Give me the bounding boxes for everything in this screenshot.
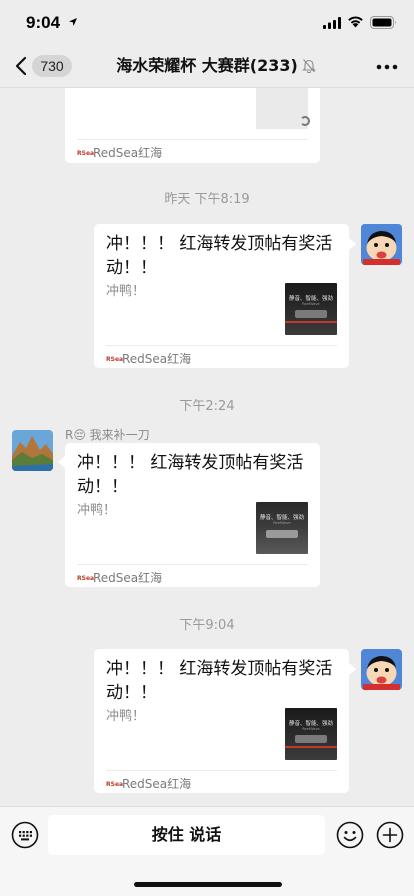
card-title: 冲！！！ 红海转发顶帖有奖活动！！ <box>77 453 304 497</box>
more-dots-icon[interactable] <box>376 64 398 70</box>
card-title: 冲！！！ 红海转发顶帖有奖活动！！ <box>106 234 333 278</box>
card-divider <box>77 564 308 565</box>
hold-to-talk-button[interactable]: 按住 说话 <box>48 815 325 855</box>
timestamp: 昨天 下午8:19 <box>164 192 250 207</box>
back-chevron-icon[interactable] <box>14 56 28 76</box>
redsea-logo-icon: RSea <box>106 356 124 363</box>
card-source: RSeaRedSea红海 <box>106 352 192 366</box>
redsea-logo-icon: RSea <box>77 575 95 582</box>
bubble-tail <box>349 663 356 675</box>
bubble-tail <box>58 456 65 468</box>
card-thumbnail-partial <box>256 88 310 129</box>
cellular-signal-icon <box>323 17 341 29</box>
home-indicator[interactable] <box>134 882 282 887</box>
card-source: RSeaRedSea红海 <box>106 777 192 791</box>
avatar-sender[interactable] <box>12 430 53 471</box>
card-divider <box>106 345 337 346</box>
card-source: RSeaRedSea红海 <box>77 571 163 585</box>
mute-bell-icon <box>302 59 316 73</box>
cartoon-avatar-icon <box>361 224 402 265</box>
avatar-self[interactable] <box>361 649 402 690</box>
voice-keyboard-icon[interactable] <box>11 821 39 849</box>
sender-nickname: R😔 我来补一刀 <box>65 428 150 442</box>
card-thumbnail: 静音、智能、强劲 ReefWave <box>285 708 337 760</box>
wifi-icon <box>348 16 363 28</box>
card-divider <box>106 770 337 771</box>
card-description: 冲鸭！ <box>77 503 117 518</box>
timestamp: 下午9:04 <box>179 618 235 633</box>
bubble-tail <box>349 238 356 250</box>
link-card-sent[interactable]: 冲！！！ 红海转发顶帖有奖活动！！ 冲鸭！ 静音、智能、强劲 ReefWave … <box>94 224 349 368</box>
card-thumbnail: 静音、智能、强劲 ReefWave <box>256 502 308 554</box>
cartoon-avatar-icon <box>361 649 402 690</box>
status-time: 9:04 <box>26 13 61 32</box>
emoji-icon[interactable] <box>336 821 364 849</box>
link-card-sent[interactable]: 冲！！！ 红海转发顶帖有奖活动！！ 冲鸭！ 静音、智能、强劲 ReefWave … <box>94 649 349 793</box>
timestamp: 下午2:24 <box>179 399 235 414</box>
card-title: 冲！！！ 红海转发顶帖有奖活动！！ <box>106 659 333 703</box>
avatar-self[interactable] <box>361 224 402 265</box>
redsea-logo-icon: RSea <box>77 150 95 157</box>
card-description: 冲鸭！ <box>106 709 146 724</box>
chat-header: 730 海水荣耀杯 大赛群(233) <box>0 44 414 88</box>
chat-title: 海水荣耀杯 大赛群(233) <box>116 56 298 75</box>
link-card-received[interactable]: 冲！！！ 红海转发顶帖有奖活动！！ 冲鸭！ 静音、智能、强劲 ReefWave … <box>65 443 320 587</box>
link-card-partial[interactable]: RSeaRedSea红海 <box>65 88 320 163</box>
redsea-logo-icon: RSea <box>106 781 124 788</box>
location-arrow-icon <box>69 18 77 26</box>
unread-count-badge[interactable]: 730 <box>32 55 72 77</box>
battery-icon <box>370 16 396 29</box>
plus-icon[interactable] <box>376 821 404 849</box>
card-divider <box>77 139 308 140</box>
status-bar: 9:04 <box>0 0 414 44</box>
card-source: RSeaRedSea红海 <box>77 146 163 160</box>
chat-message-list[interactable]: RSeaRedSea红海 昨天 下午8:19 冲！！！ 红海转发顶帖有奖活动！！… <box>0 88 414 806</box>
landscape-avatar-icon <box>12 430 53 471</box>
card-thumbnail: 静音、智能、强劲 ReefWave <box>285 283 337 335</box>
card-description: 冲鸭！ <box>106 284 146 299</box>
